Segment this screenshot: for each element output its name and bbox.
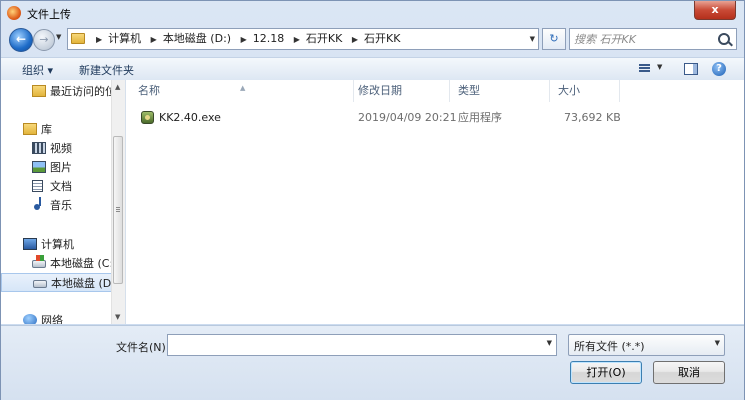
file-name: KK2.40.exe bbox=[159, 111, 221, 124]
chevron-right-icon[interactable]: ▶ bbox=[241, 30, 247, 50]
sidebar-item-label: 音乐 bbox=[50, 199, 72, 212]
cancel-button[interactable]: 取消 bbox=[653, 361, 725, 384]
refresh-icon: ↻ bbox=[549, 32, 559, 45]
sidebar-item-label: 库 bbox=[41, 123, 52, 136]
file-list: 名称 ▲ 修改日期 类型 大小 KK2.40.exe 2019/04/09 20… bbox=[126, 80, 744, 324]
sidebar-item-pictures[interactable]: 图片 bbox=[1, 158, 113, 177]
open-button[interactable]: 打开(O) bbox=[570, 361, 642, 384]
scroll-grip-icon bbox=[116, 207, 120, 213]
file-row[interactable]: KK2.40.exe 2019/04/09 20:21 应用程序 73,692 … bbox=[126, 108, 744, 128]
sidebar-item-music[interactable]: 音乐 bbox=[1, 196, 113, 215]
breadcrumb: ▶ 计算机 ▶ 本地磁盘 (D:) ▶ 12.18 ▶ 石开KK ▶ 石开KK bbox=[90, 29, 400, 49]
column-header-label: 修改日期 bbox=[358, 84, 402, 97]
chevron-right-icon[interactable]: ▶ bbox=[96, 30, 102, 50]
browser-app-icon bbox=[7, 6, 21, 20]
folder-icon bbox=[71, 33, 85, 44]
sidebar-item-documents[interactable]: 文档 bbox=[1, 177, 113, 196]
breadcrumb-item-1218[interactable]: 12.18 bbox=[253, 29, 285, 49]
dialog-footer: 文件名(N): ▼ 所有文件 (*.*) ▼ 打开(O) 取消 bbox=[1, 325, 744, 400]
window-title: 文件上传 bbox=[27, 8, 71, 21]
column-header-size[interactable]: 大小 bbox=[550, 80, 620, 102]
column-header-name[interactable]: 名称 ▲ bbox=[130, 80, 354, 102]
picture-icon bbox=[32, 161, 46, 173]
file-size: 73,692 KB bbox=[564, 111, 621, 124]
system-drive-icon bbox=[32, 255, 46, 268]
chevron-right-icon[interactable]: ▶ bbox=[294, 30, 300, 50]
organize-button[interactable]: 组织 ▾ bbox=[22, 62, 53, 78]
column-header-type[interactable]: 类型 bbox=[450, 80, 550, 102]
preview-pane-icon[interactable] bbox=[684, 63, 698, 75]
sort-ascending-icon: ▲ bbox=[240, 84, 246, 92]
title-bar: 文件上传 x bbox=[1, 1, 744, 25]
chevron-down-icon[interactable]: ▼ bbox=[547, 339, 552, 347]
search-icon[interactable] bbox=[718, 33, 730, 45]
scroll-down-icon[interactable]: ▼ bbox=[115, 313, 120, 321]
filetype-select[interactable]: 所有文件 (*.*) ▼ bbox=[568, 334, 725, 356]
new-folder-button[interactable]: 新建文件夹 bbox=[79, 62, 134, 78]
sidebar-item-videos[interactable]: 视频 bbox=[1, 139, 113, 158]
column-header-label: 类型 bbox=[458, 84, 480, 97]
document-icon bbox=[32, 180, 43, 192]
sidebar-item-label: 计算机 bbox=[41, 238, 74, 251]
column-header-date[interactable]: 修改日期 bbox=[350, 80, 450, 102]
sidebar-item-label: 视频 bbox=[50, 142, 72, 155]
help-icon[interactable]: ? bbox=[712, 62, 726, 76]
chevron-right-icon[interactable]: ▶ bbox=[352, 30, 358, 50]
scrollbar-thumb[interactable] bbox=[113, 136, 123, 284]
chevron-down-icon[interactable]: ▼ bbox=[715, 339, 720, 347]
command-toolbar: 组织 ▾ 新建文件夹 ▼ ? bbox=[1, 57, 744, 81]
filename-input[interactable] bbox=[172, 337, 532, 353]
address-bar[interactable]: ▶ 计算机 ▶ 本地磁盘 (D:) ▶ 12.18 ▶ 石开KK ▶ 石开KK ▼ bbox=[67, 28, 539, 50]
navigation-bar: ← → ▼ ▶ 计算机 ▶ 本地磁盘 (D:) ▶ 12.18 ▶ 石开KK ▶ 石开KK… bbox=[1, 27, 744, 53]
music-icon bbox=[34, 197, 41, 210]
view-options-icon[interactable] bbox=[637, 61, 653, 75]
sidebar-item-network[interactable]: 网络 bbox=[1, 311, 113, 324]
breadcrumb-item-current[interactable]: 石开KK bbox=[364, 29, 400, 49]
file-upload-dialog: 文件上传 x ← → ▼ ▶ 计算机 ▶ 本地磁盘 (D:) ▶ 12.18 ▶ 石开K… bbox=[0, 0, 745, 400]
filetype-value: 所有文件 (*.*) bbox=[574, 340, 645, 353]
sidebar-item-label: 文档 bbox=[50, 180, 72, 193]
recent-places-icon bbox=[32, 85, 46, 97]
filename-combobox[interactable]: ▼ bbox=[167, 334, 557, 356]
sidebar-item-label: 本地磁盘 (C:) bbox=[50, 257, 118, 270]
sidebar-item-label: 网络 bbox=[41, 314, 63, 324]
column-header-label: 名称 bbox=[138, 84, 160, 97]
breadcrumb-item-folder[interactable]: 石开KK bbox=[306, 29, 342, 49]
search-box[interactable] bbox=[569, 28, 737, 50]
sidebar-item-libraries[interactable]: 库 bbox=[1, 120, 113, 139]
view-dropdown-icon[interactable]: ▼ bbox=[657, 63, 662, 71]
refresh-button[interactable]: ↻ bbox=[542, 28, 566, 50]
application-icon bbox=[141, 111, 154, 124]
back-button[interactable]: ← bbox=[9, 28, 33, 52]
filename-label: 文件名(N): bbox=[116, 341, 170, 354]
forward-button[interactable]: → bbox=[33, 29, 55, 51]
breadcrumb-item-computer[interactable]: 计算机 bbox=[108, 29, 141, 49]
library-icon bbox=[23, 123, 37, 135]
column-header-label: 大小 bbox=[558, 84, 580, 97]
scroll-up-icon[interactable]: ▲ bbox=[115, 83, 120, 91]
breadcrumb-item-drive-d[interactable]: 本地磁盘 (D:) bbox=[163, 29, 231, 49]
search-input[interactable] bbox=[574, 31, 714, 47]
file-type: 应用程序 bbox=[458, 111, 502, 124]
recent-pages-dropdown-icon[interactable]: ▼ bbox=[56, 33, 61, 41]
close-button[interactable]: x bbox=[694, 1, 736, 20]
sidebar-item-label: 最近访问的位 bbox=[50, 85, 116, 98]
sidebar-item-drive-d[interactable]: 本地磁盘 (D:) bbox=[1, 273, 119, 292]
video-icon bbox=[32, 142, 46, 154]
sidebar-item-drive-c[interactable]: 本地磁盘 (C:) bbox=[1, 254, 117, 273]
sidebar-item-computer[interactable]: 计算机 bbox=[1, 235, 113, 254]
navigation-pane: 最近访问的位 库 视频 图片 文档 音乐 计算机 本地磁盘 (C:) 本地磁盘 … bbox=[1, 80, 126, 324]
computer-icon bbox=[23, 238, 37, 250]
sidebar-item-label: 本地磁盘 (D:) bbox=[51, 277, 120, 290]
address-dropdown-icon[interactable]: ▼ bbox=[530, 29, 535, 49]
sidebar-item-label: 图片 bbox=[50, 161, 72, 174]
drive-icon bbox=[33, 280, 47, 288]
file-date: 2019/04/09 20:21 bbox=[358, 111, 457, 124]
chevron-right-icon[interactable]: ▶ bbox=[151, 30, 157, 50]
network-icon bbox=[23, 314, 37, 324]
sidebar-item-recent[interactable]: 最近访问的位 bbox=[1, 82, 116, 101]
navigation-pane-scrollbar[interactable]: ▲ ▼ bbox=[111, 80, 125, 324]
